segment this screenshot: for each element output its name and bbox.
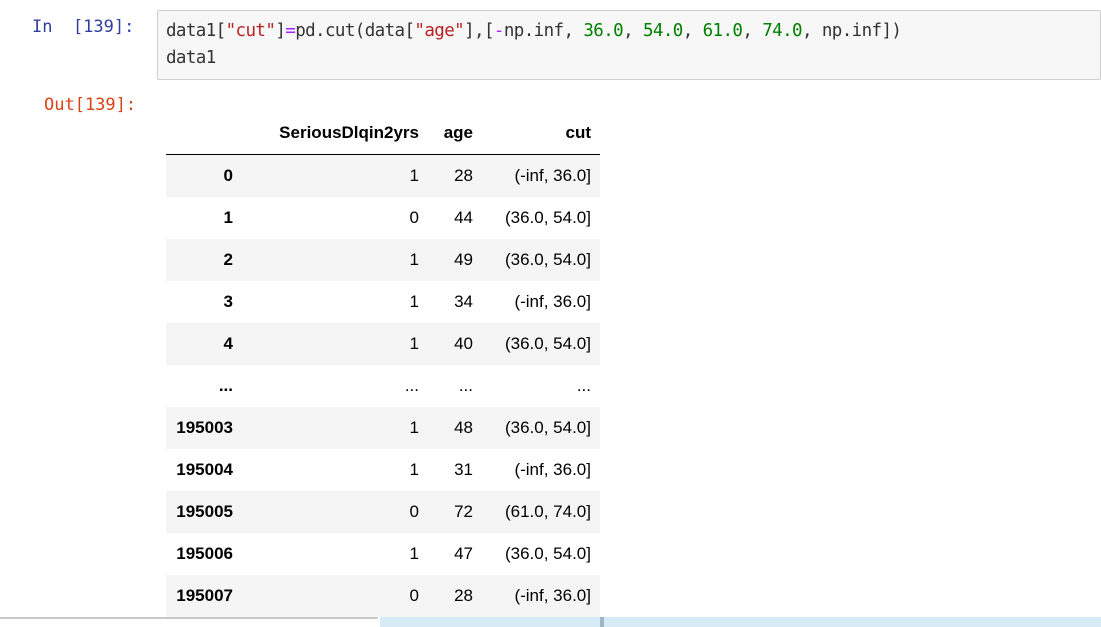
row-index: 3 [223, 292, 233, 311]
code-token: 54.0 [642, 21, 683, 41]
cell-cut: (36.0, 54.0] [504, 250, 591, 269]
cell-cut: (61.0, 74.0] [504, 502, 591, 521]
cell-cut: (36.0, 54.0] [504, 208, 591, 227]
scrollbar-thumb[interactable] [380, 617, 1101, 627]
cell-cut: (-inf, 36.0] [514, 586, 591, 605]
cell-seriousdlqin2yrs: 1 [409, 544, 419, 563]
code-token: 74.0 [762, 21, 802, 41]
cell-age: 49 [454, 250, 473, 269]
table-body: 0 1 28 (-inf, 36.0] 1 0 44 (36.0, 54.0] 2 1 49 (36.… [166, 154, 600, 617]
code-token: 61.0 [702, 21, 743, 41]
table-row: 1 0 44 (36.0, 54.0] [166, 197, 600, 239]
cell-age: 72 [454, 502, 473, 521]
cell-age: 28 [454, 586, 473, 605]
code-token: , [682, 21, 703, 41]
cell-age: ... [458, 376, 473, 395]
code-token: - [493, 21, 505, 41]
cell-seriousdlqin2yrs: 1 [409, 460, 419, 479]
code-token: data1[ [166, 21, 226, 41]
cell-age: 44 [454, 208, 473, 227]
cell-cut: (36.0, 54.0] [504, 544, 591, 563]
scrollbar-grip[interactable] [600, 617, 604, 627]
table-row: 195003 1 48 (36.0, 54.0] [166, 407, 600, 449]
cell-seriousdlqin2yrs: 0 [409, 208, 419, 227]
code-line: data1["cut"]=pd.cut(data["age"],[-np.inf… [166, 18, 1100, 45]
code-line: data1 [166, 45, 1100, 72]
code-token: data1 [166, 48, 216, 68]
cell-seriousdlqin2yrs: ... [404, 376, 419, 395]
dataframe-table: SeriousDlqin2yrs age cut 0 1 28 (-inf, 36.0… [166, 111, 600, 617]
code-token: , [742, 21, 763, 41]
table-row: 3 1 34 (-inf, 36.0] [166, 281, 600, 323]
header-row: SeriousDlqin2yrs age cut [166, 111, 600, 155]
code-token: pd.cut(data[ [295, 21, 415, 41]
table-row: 2 1 49 (36.0, 54.0] [166, 239, 600, 281]
row-index: 1 [223, 208, 233, 227]
cell-cut: (36.0, 54.0] [504, 418, 591, 437]
code-token: 36.0 [583, 21, 624, 41]
cell-seriousdlqin2yrs: 1 [409, 292, 419, 311]
row-index: 195003 [176, 418, 233, 437]
horizontal-scrollbar[interactable] [0, 617, 1101, 627]
scrollbar-track [0, 617, 378, 619]
table-row: ............ [166, 365, 600, 407]
row-index: 2 [223, 250, 233, 269]
cell-seriousdlqin2yrs: 1 [409, 334, 419, 353]
code-token: = [285, 21, 296, 41]
cell-cut: (-inf, 36.0] [514, 460, 591, 479]
cell-seriousdlqin2yrs: 0 [409, 586, 419, 605]
code-token: , np.inf]) [801, 21, 902, 41]
table-row: 195006 1 47 (36.0, 54.0] [166, 533, 600, 575]
row-index: 195006 [176, 544, 233, 563]
code-token: "cut" [225, 21, 276, 41]
cell-age: 28 [454, 166, 473, 185]
cell-seriousdlqin2yrs: 0 [409, 502, 419, 521]
cell-age: 31 [454, 460, 473, 479]
code-editor[interactable]: data1["cut"]=pd.cut(data["age"],[-np.inf… [157, 10, 1101, 80]
output-prompt: Out[139]: [44, 95, 137, 115]
code-token: , [623, 21, 643, 41]
row-index: 195007 [176, 586, 233, 605]
row-index: 195004 [176, 460, 233, 479]
column-header-cut: cut [482, 111, 600, 155]
cell-age: 48 [454, 418, 473, 437]
row-index: 195005 [176, 502, 233, 521]
row-index: 0 [223, 166, 233, 185]
code-token: ] [275, 21, 286, 41]
cell-cut: (-inf, 36.0] [514, 292, 591, 311]
table-row: 195004 1 31 (-inf, 36.0] [166, 449, 600, 491]
code-lines: data1["cut"]=pd.cut(data["age"],[-np.inf… [166, 18, 1100, 72]
cell-cut: (-inf, 36.0] [514, 166, 591, 185]
cell-seriousdlqin2yrs: 1 [409, 166, 419, 185]
cell-seriousdlqin2yrs: 1 [409, 418, 419, 437]
cell-age: 34 [454, 292, 473, 311]
code-token: np.inf, [503, 21, 584, 41]
column-header-age: age [428, 111, 482, 155]
cell-age: 47 [454, 544, 473, 563]
row-index: ... [218, 376, 233, 395]
table-row: 195005 0 72 (61.0, 74.0] [166, 491, 600, 533]
table-row: 0 1 28 (-inf, 36.0] [166, 154, 600, 197]
code-token: ],[ [464, 21, 494, 41]
cell-age: 40 [454, 334, 473, 353]
cell-cut: (36.0, 54.0] [504, 334, 591, 353]
table-row: 4 1 40 (36.0, 54.0] [166, 323, 600, 365]
cell-cut: ... [576, 376, 591, 395]
code-token: "age" [414, 21, 465, 41]
cell-seriousdlqin2yrs: 1 [409, 250, 419, 269]
column-header-seriousdlqin2yrs: SeriousDlqin2yrs [242, 111, 428, 155]
table-row: 195007 0 28 (-inf, 36.0] [166, 575, 600, 617]
table-header: SeriousDlqin2yrs age cut [166, 111, 600, 155]
input-prompt: In [139]: [32, 17, 135, 37]
row-index: 4 [223, 334, 233, 353]
index-header [166, 111, 242, 155]
